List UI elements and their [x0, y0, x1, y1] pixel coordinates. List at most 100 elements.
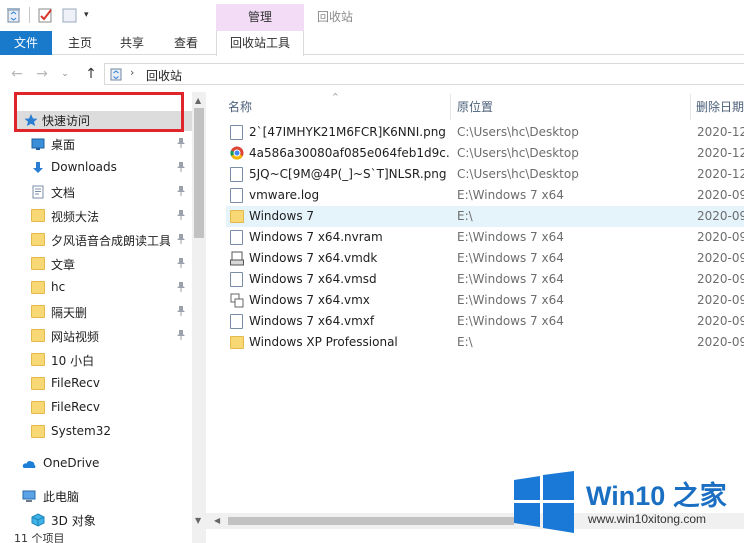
tab-share[interactable]: 共享 [108, 31, 156, 55]
customize-toolbar-dropdown[interactable]: ▾ [84, 10, 89, 20]
nav-item-label: 快速访问 [42, 114, 91, 128]
file-row[interactable]: Windows 7 x64.vmsd E:\Windows 7 x64 2020-0… [226, 269, 744, 290]
file-row[interactable]: Windows XP Professional E:\ 2020-09 [226, 332, 744, 353]
forward-button[interactable]: → [33, 65, 51, 83]
column-divider[interactable] [450, 94, 451, 120]
nav-item-folder[interactable]: System32 [0, 420, 192, 444]
scrollbar-thumb[interactable] [228, 517, 514, 525]
up-button[interactable]: ↑ [82, 65, 100, 83]
nav-item-folder[interactable]: 桌面 [0, 132, 192, 156]
tab-home[interactable]: 主页 [56, 31, 104, 55]
nav-item-label: 文档 [51, 186, 76, 200]
properties-icon[interactable] [38, 7, 53, 23]
file-row[interactable]: 4a586a30080af085e064feb1d9c... C:\Users\h… [226, 143, 744, 164]
pin-icon[interactable] [176, 233, 186, 245]
status-bar: 11 个项目 [0, 531, 206, 543]
original-location: E:\Windows 7 x64 [457, 293, 564, 307]
column-header-original-location[interactable]: 原位置 [457, 98, 493, 115]
tab-recycle-bin-tools[interactable]: 回收站工具 [216, 31, 304, 56]
recent-locations-dropdown[interactable]: ⌄ [58, 65, 72, 83]
png-file-icon [230, 167, 244, 182]
nav-item-folder[interactable]: FileRecv [0, 396, 192, 420]
new-folder-icon[interactable] [62, 7, 77, 23]
file-row[interactable]: vmware.log E:\Windows 7 x64 2020-09 [226, 185, 744, 206]
original-location: E:\Windows 7 x64 [457, 272, 564, 286]
nav-item-label: 10 小白 [51, 354, 95, 368]
nav-item-quick-access[interactable]: 快速访问 [0, 108, 192, 132]
nav-item-label: 隔天删 [51, 306, 88, 320]
nav-item-folder[interactable]: 文章 [0, 252, 192, 276]
file-row[interactable]: Windows 7 x64.vmdk E:\Windows 7 x64 2020-0… [226, 248, 744, 269]
address-bar[interactable]: › 回收站 [104, 63, 744, 85]
window-title: 回收站 [317, 10, 354, 24]
tab-file[interactable]: 文件 [0, 31, 52, 55]
nav-item-onedrive[interactable]: OneDrive [0, 452, 192, 476]
scrollbar-thumb[interactable] [194, 108, 204, 238]
recycle-bin-icon[interactable] [6, 7, 21, 23]
downloads-icon [31, 161, 45, 175]
column-divider[interactable] [690, 94, 691, 120]
folder-icon [31, 233, 45, 247]
nav-item-folder[interactable]: Downloads [0, 156, 192, 180]
file-row[interactable]: Windows 7 x64.vmx E:\Windows 7 x64 2020-09 [226, 290, 744, 311]
pin-icon[interactable] [176, 257, 186, 269]
nav-item-label: 此电脑 [43, 490, 80, 504]
date-deleted: 2020-09 [697, 251, 744, 265]
file-name: Windows XP Professional [249, 335, 398, 349]
file-row[interactable]: Windows 7 x64.vmxf E:\Windows 7 x64 2020-0… [226, 311, 744, 332]
nav-item-folder[interactable]: 夕风语音合成朗读工具 [0, 228, 192, 252]
folder-icon [31, 281, 45, 295]
file-name: Windows 7 x64.vmxf [249, 314, 375, 328]
pin-icon[interactable] [176, 209, 186, 221]
nav-item-3d-objects[interactable]: 3D 对象 [0, 508, 192, 532]
nav-item-folder[interactable]: FileRecv [0, 372, 192, 396]
date-deleted: 2020-09 [697, 293, 744, 307]
pin-icon[interactable] [176, 137, 186, 149]
scroll-down-icon[interactable]: ▼ [195, 516, 201, 525]
nav-item-folder[interactable]: 隔天删 [0, 300, 192, 324]
file-name: Windows 7 x64.vmx [249, 293, 370, 307]
date-deleted: 2020-12 [697, 146, 744, 160]
watermark: Win10 之家 www.win10xitong.com [510, 468, 744, 534]
date-deleted: 2020-09 [697, 188, 744, 202]
nav-item-folder[interactable]: 视频大法 [0, 204, 192, 228]
chrome-icon [230, 146, 244, 161]
nav-item-label: 桌面 [51, 138, 76, 152]
original-location: C:\Users\hc\Desktop [457, 146, 579, 160]
nav-item-folder[interactable]: 文档 [0, 180, 192, 204]
breadcrumb-separator[interactable]: › [130, 66, 134, 79]
breadcrumb-current[interactable]: 回收站 [146, 67, 182, 84]
pin-icon[interactable] [176, 329, 186, 341]
nav-item-folder[interactable]: 10 小白 [0, 348, 192, 372]
documents-icon [31, 185, 45, 199]
column-header-name[interactable]: 名称 [228, 98, 252, 115]
nav-item-this-pc[interactable]: 此电脑 [0, 484, 192, 508]
pin-icon[interactable] [176, 161, 186, 173]
folder-icon [31, 377, 45, 391]
pin-icon[interactable] [176, 185, 186, 197]
back-button[interactable]: ← [8, 65, 26, 83]
nav-item-label: 3D 对象 [51, 514, 96, 528]
nav-item-folder[interactable]: 网站视频 [0, 324, 192, 348]
pin-icon[interactable] [176, 305, 186, 317]
nav-item-label: FileRecv [51, 376, 100, 390]
file-name: Windows 7 x64.nvram [249, 230, 383, 244]
3d-objects-icon [31, 513, 45, 527]
watermark-brand: Win10 之家 [586, 481, 727, 511]
file-row[interactable]: Windows 7 x64.nvram E:\Windows 7 x64 2020-… [226, 227, 744, 248]
nav-item-folder[interactable]: hc [0, 276, 192, 300]
nav-pane-scrollbar[interactable]: ▲ ▼ [192, 92, 206, 543]
tab-view[interactable]: 查看 [162, 31, 210, 55]
file-row[interactable]: 2`[47IMHYK21M6FCR]K6NNI.png C:\Users\hc\D… [226, 122, 744, 143]
original-location: C:\Users\hc\Desktop [457, 167, 579, 181]
onedrive-icon [22, 457, 36, 471]
toolbar-divider [29, 7, 30, 23]
file-row[interactable]: 5JQ~C[9M@4P(_]~S`T]NLSR.png C:\Users\hc\D… [226, 164, 744, 185]
scroll-up-icon[interactable]: ▲ [195, 96, 201, 105]
pin-icon[interactable] [176, 281, 186, 293]
scroll-left-icon[interactable]: ◀ [214, 516, 220, 525]
vmx-file-icon [230, 293, 244, 308]
column-header-date-deleted[interactable]: 删除日期 [696, 98, 744, 115]
file-row[interactable]: Windows 7 E:\ 2020-09 [226, 206, 744, 227]
folder-icon [31, 209, 45, 223]
